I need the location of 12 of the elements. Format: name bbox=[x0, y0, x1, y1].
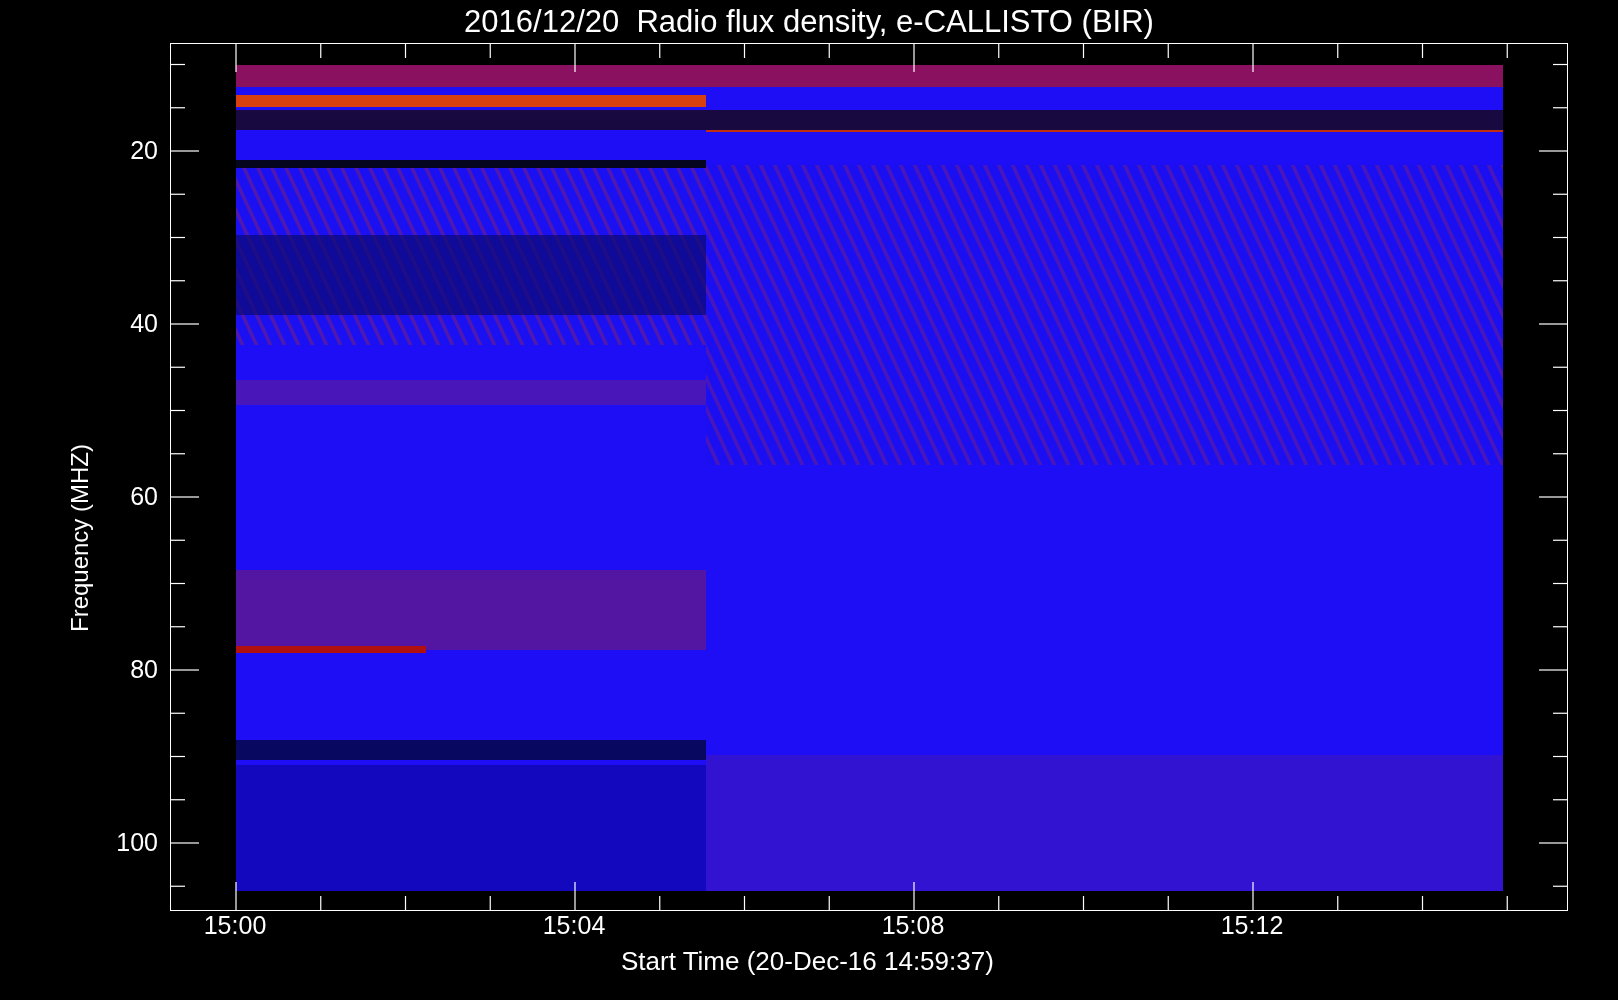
x-tick-label: 15:04 bbox=[542, 913, 606, 938]
chart-title: 2016/12/20 Radio flux density, e-CALLISTO (BIR) bbox=[464, 6, 1154, 37]
x-tick-label: 15:00 bbox=[203, 913, 267, 938]
y-tick-label: 80 bbox=[130, 657, 158, 682]
y-axis-label: Frequency (MHZ) bbox=[66, 444, 94, 632]
x-tick-label: 15:12 bbox=[1220, 913, 1284, 938]
x-tick-label: 15:08 bbox=[881, 913, 945, 938]
x-axis-label: Start Time (20-Dec-16 14:59:37) bbox=[621, 948, 994, 974]
y-tick-label: 100 bbox=[116, 830, 158, 855]
y-tick-label: 20 bbox=[130, 138, 158, 163]
y-tick-label: 40 bbox=[130, 311, 158, 336]
y-tick-label: 60 bbox=[130, 484, 158, 509]
